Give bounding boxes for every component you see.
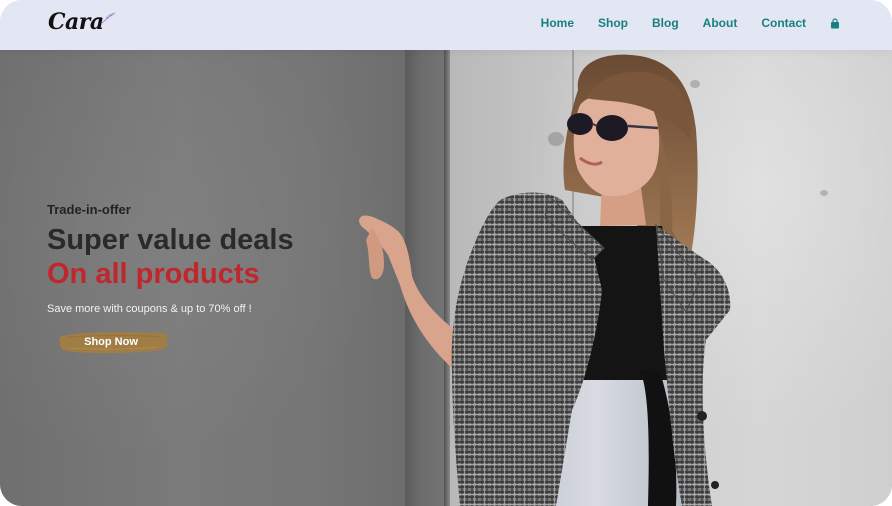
hero-subtitle: Trade-in-offer	[47, 202, 131, 217]
hero-banner: Trade-in-offer Super value deals On all …	[0, 50, 892, 506]
nav-blog[interactable]: Blog	[652, 16, 679, 30]
hero-tagline: Save more with coupons & up to 70% off !	[47, 303, 252, 315]
lavender-sprig-icon	[100, 12, 115, 25]
nav-about[interactable]: About	[703, 16, 738, 30]
hero-headline-accent: On all products	[47, 258, 260, 290]
shopping-bag-icon[interactable]	[830, 17, 840, 29]
nav-shop[interactable]: Shop	[598, 16, 628, 30]
browser-frame: Cara Home Shop Blog About Contact Trade-…	[0, 0, 892, 506]
hero-content: Trade-in-offer Super value deals On all …	[47, 202, 294, 315]
main-nav: Home Shop Blog About Contact	[517, 16, 840, 30]
shop-now-label: Shop Now	[84, 336, 138, 348]
site-header: Cara Home Shop Blog About Contact	[0, 0, 892, 50]
nav-contact[interactable]: Contact	[761, 16, 806, 30]
logo[interactable]: Cara	[48, 9, 116, 39]
nav-home[interactable]: Home	[541, 16, 574, 30]
hero-headline-primary: Super value deals	[47, 224, 294, 256]
logo-text: Cara	[48, 9, 104, 35]
shop-now-button[interactable]: Shop Now	[58, 328, 170, 356]
